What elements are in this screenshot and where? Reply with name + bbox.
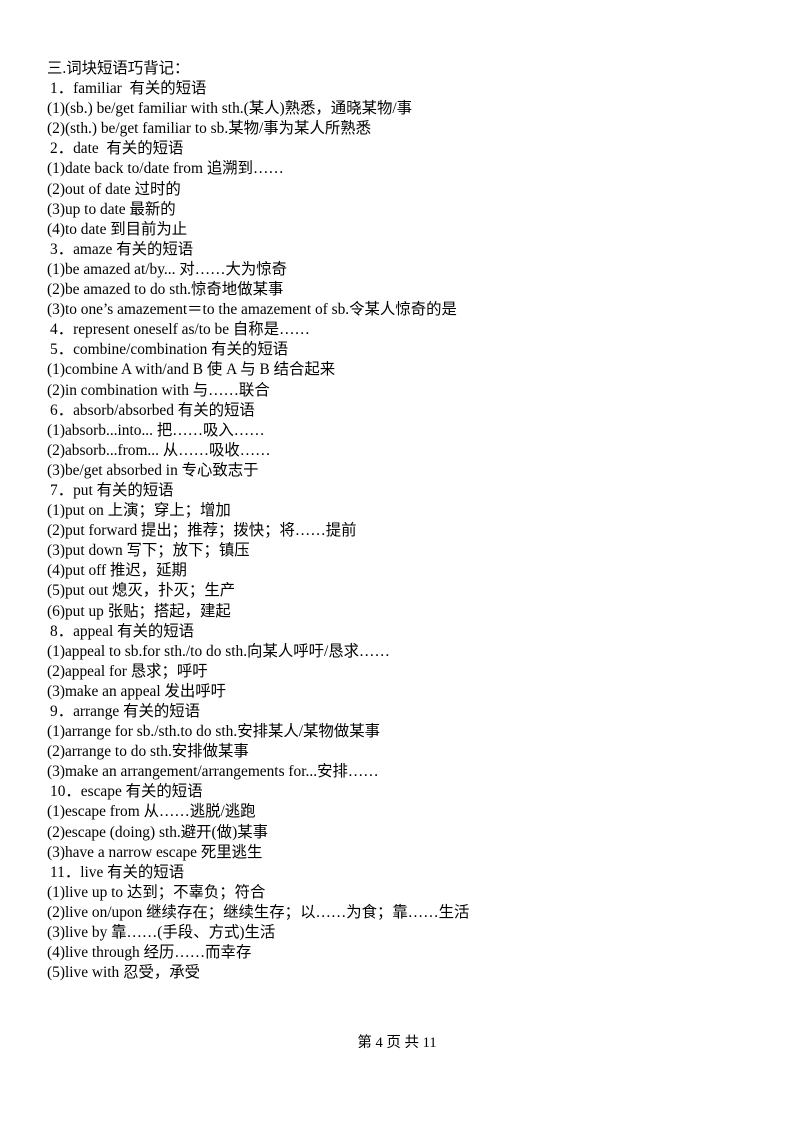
phrase-group-heading: 5．combine/combination 有关的短语 — [50, 341, 289, 359]
phrase-item: (3)make an arrangement/arrangements for.… — [47, 763, 379, 781]
phrase-item: (1)appeal to sb.for sth./to do sth.向某人呼吁… — [47, 642, 390, 660]
phrase-item: (1)combine A with/and B 使 A 与 B 结合起来 — [47, 361, 336, 379]
phrase-item: (1)date back to/date from 追溯到…… — [47, 160, 284, 178]
phrase-group-heading: 2．date 有关的短语 — [50, 140, 184, 158]
phrase-item: (2)out of date 过时的 — [47, 180, 181, 198]
phrase-item: (3)live by 靠……(手段、方式)生活 — [47, 924, 276, 942]
section-heading: 三.词块短语巧背记： — [47, 60, 190, 77]
page-footer: 第 4 页 共 11 — [357, 1035, 437, 1051]
phrase-group-heading: 10．escape 有关的短语 — [50, 783, 203, 801]
phrase-item: (4)to date 到目前为止 — [47, 220, 188, 238]
phrase-group-heading: 6．absorb/absorbed 有关的短语 — [50, 401, 255, 419]
phrase-item: (2)in combination with 与……联合 — [47, 381, 270, 399]
phrase-group-heading: 3．amaze 有关的短语 — [50, 240, 194, 258]
phrase-group-heading: 7．put 有关的短语 — [50, 481, 174, 499]
phrase-item: (3)to one’s amazement＝to the amazement o… — [47, 301, 457, 319]
document-body: 三.词块短语巧背记： 1．familiar 有关的短语 (1)(sb.) be/g… — [47, 59, 747, 983]
phrase-group-heading: 9．arrange 有关的短语 — [50, 703, 201, 720]
phrase-item: (3)put down 写下；放下；镇压 — [47, 542, 250, 560]
phrase-item: (5)put out 熄灭，扑灭；生产 — [47, 582, 236, 600]
phrase-item: (6)put up 张贴；搭起，建起 — [47, 602, 231, 620]
phrase-item: (4)live through 经历……而幸存 — [47, 944, 252, 962]
phrase-item: (2)escape (doing) sth.避开(做)某事 — [47, 823, 268, 841]
phrase-item: (2)(sth.) be/get familiar to sb.某物/事为某人所… — [47, 120, 372, 138]
phrase-group-heading: 8．appeal 有关的短语 — [50, 622, 195, 640]
phrase-item: (2)put forward 提出；推荐；拨快；将……提前 — [47, 522, 357, 540]
phrase-item: (1)put on 上演；穿上；增加 — [47, 502, 231, 520]
phrase-group-heading: 4．represent oneself as/to be 自称是…… — [50, 321, 310, 339]
phrase-item: (1)escape from 从……逃脱/逃跑 — [47, 803, 256, 821]
phrase-item: (5)live with 忍受，承受 — [47, 964, 201, 982]
phrase-item: (3)be/get absorbed in 专心致志于 — [47, 461, 259, 479]
phrase-item: (1)be amazed at/by... 对……大为惊奇 — [47, 260, 288, 278]
phrase-item: (3)have a narrow escape 死里逃生 — [47, 843, 263, 861]
phrase-item: (3)make an appeal 发出呼吁 — [47, 682, 227, 700]
phrase-group-heading: 1．familiar 有关的短语 — [50, 80, 207, 98]
phrase-item: (2)live on/upon 继续存在；继续生存；以……为食；靠……生活 — [47, 903, 470, 921]
phrase-item: (2)appeal for 恳求；呼吁 — [47, 662, 208, 680]
phrase-item: (2)arrange to do sth.安排做某事 — [47, 743, 249, 761]
phrase-item: (4)put off 推迟，延期 — [47, 562, 187, 580]
phrase-item: (1)live up to 达到；不辜负；符合 — [47, 883, 266, 901]
phrase-item: (3)up to date 最新的 — [47, 200, 176, 218]
document-page: 三.词块短语巧背记： 1．familiar 有关的短语 (1)(sb.) be/g… — [0, 0, 794, 1123]
phrase-item: (1)arrange for sb./sth.to do sth.安排某人/某物… — [47, 723, 380, 741]
phrase-list: 1．familiar 有关的短语 (1)(sb.) be/get familiar… — [47, 79, 747, 983]
phrase-item: (2)be amazed to do sth.惊奇地做某事 — [47, 281, 284, 299]
phrase-item: (2)absorb...from... 从……吸收…… — [47, 441, 271, 459]
phrase-item: (1)(sb.) be/get familiar with sth.(某人)熟悉… — [47, 100, 413, 118]
phrase-item: (1)absorb...into... 把……吸入…… — [47, 421, 265, 439]
phrase-group-heading: 11．live 有关的短语 — [50, 863, 185, 881]
